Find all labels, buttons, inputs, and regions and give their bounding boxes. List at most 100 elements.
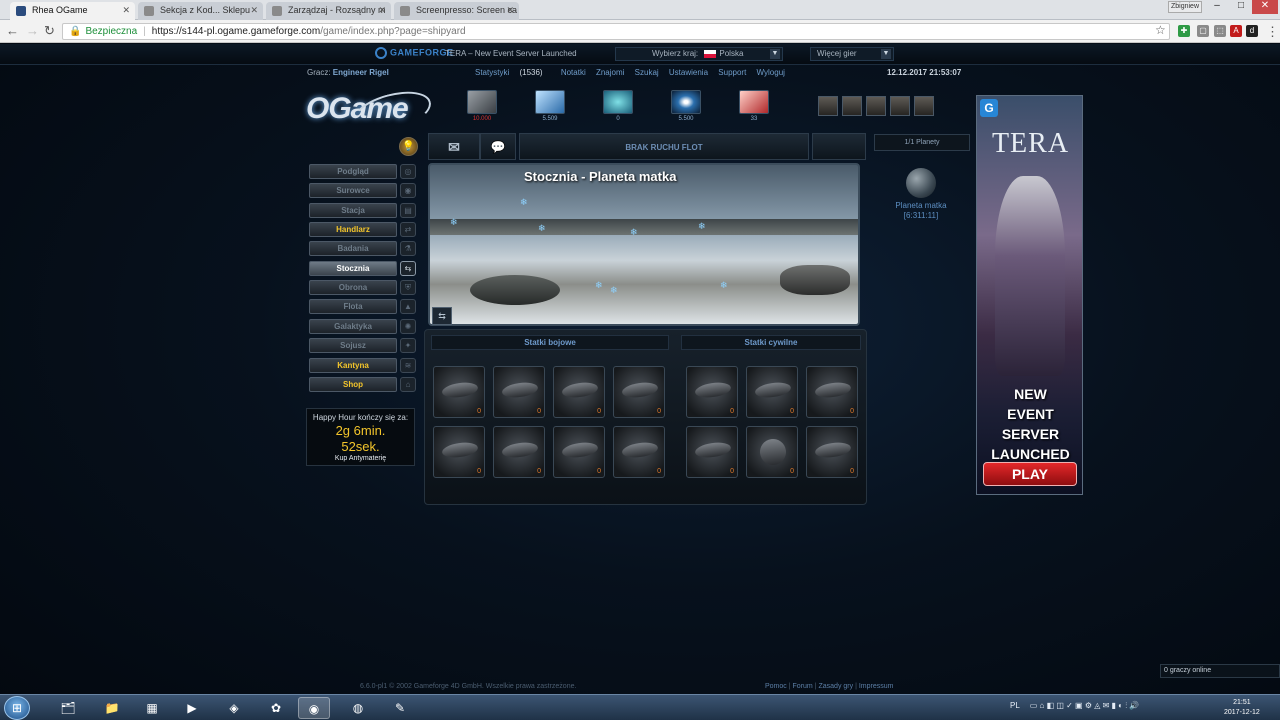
- ship-large-cargo[interactable]: 0: [746, 366, 798, 418]
- menu-item-recruit[interactable]: Kantyna ≋: [307, 358, 419, 374]
- tera-ad-banner[interactable]: G TERA NEW EVENT SERVER LAUNCHED PLAY: [976, 95, 1083, 495]
- menu-item-trader[interactable]: Handlarz ⇄: [307, 222, 419, 238]
- ship-small-cargo[interactable]: 0: [686, 366, 738, 418]
- ship-solar-satellite[interactable]: 0: [806, 426, 858, 478]
- ship-heavy-fighter[interactable]: 0: [493, 366, 545, 418]
- ship-battlecruiser[interactable]: 0: [433, 426, 485, 478]
- station-icon[interactable]: ▤: [400, 203, 416, 218]
- media-player-icon[interactable]: ▶: [176, 697, 208, 719]
- app-icon[interactable]: ✿: [260, 697, 292, 719]
- browser-tab-active[interactable]: Rhea OGame ✕: [10, 2, 135, 20]
- menu-item-fleet[interactable]: Flota ▲: [307, 299, 419, 315]
- extension-icon[interactable]: d: [1246, 25, 1258, 37]
- fleet-movement-bar[interactable]: BRAK RUCHU FLOT: [519, 133, 809, 160]
- resource-metal[interactable]: 10.000: [467, 90, 497, 122]
- ship-bomber[interactable]: 0: [493, 426, 545, 478]
- admiral-icon[interactable]: [842, 96, 862, 116]
- chrome-menu-icon[interactable]: ⋮: [1266, 25, 1279, 39]
- galaxy-icon[interactable]: ✺: [400, 319, 416, 334]
- notes-link[interactable]: Notatki: [561, 68, 586, 77]
- profile-button[interactable]: Zbigniew: [1168, 1, 1202, 13]
- defense-icon[interactable]: ⛨: [400, 280, 416, 295]
- overview-icon[interactable]: ◎: [400, 164, 416, 179]
- ship-deathstar[interactable]: 0: [613, 426, 665, 478]
- browser-tab[interactable]: Sekcja z Kod... Sklepu ✕: [138, 2, 263, 20]
- url-input[interactable]: 🔒 Bezpieczna | https://s144-pl.ogame.gamefo…: [62, 23, 1170, 40]
- menu-item-research[interactable]: Badania ⚗: [307, 241, 419, 257]
- browser-tab[interactable]: Zarządzaj - Rozsądny m ✕: [266, 2, 391, 20]
- close-tab-icon[interactable]: ✕: [506, 5, 514, 16]
- shop-icon[interactable]: ⌂: [400, 377, 416, 392]
- ship-destroyer[interactable]: 0: [553, 426, 605, 478]
- help-link[interactable]: Pomoc: [765, 683, 787, 690]
- ship-battleship[interactable]: 0: [613, 366, 665, 418]
- ogame-logo[interactable]: OGame: [306, 84, 436, 140]
- bookmark-star-icon[interactable]: ☆: [1155, 23, 1166, 37]
- start-button[interactable]: ⊞: [4, 696, 30, 720]
- more-games-select[interactable]: Więcej gier ▼: [810, 47, 894, 61]
- technocrat-icon[interactable]: [914, 96, 934, 116]
- firefox-icon[interactable]: ◍: [342, 697, 374, 719]
- fleet-icon[interactable]: ▲: [400, 299, 416, 314]
- app-icon[interactable]: 🗂: [52, 697, 84, 719]
- forum-link[interactable]: Forum: [793, 683, 813, 690]
- forward-icon[interactable]: →: [26, 24, 39, 38]
- extension-icon[interactable]: ▢: [1197, 25, 1209, 37]
- commander-icon[interactable]: [818, 96, 838, 116]
- app-icon[interactable]: ▦: [136, 697, 168, 719]
- close-tab-icon[interactable]: ✕: [250, 5, 258, 16]
- players-online[interactable]: 0 graczy online: [1160, 664, 1280, 678]
- support-link[interactable]: Support: [718, 68, 746, 77]
- logout-link[interactable]: Wyloguj: [757, 68, 785, 77]
- close-window-icon[interactable]: ✕: [1252, 0, 1278, 14]
- resource-deuterium[interactable]: 0: [603, 90, 633, 122]
- maximize-icon[interactable]: □: [1228, 0, 1254, 14]
- imprint-link[interactable]: Impressum: [859, 683, 894, 690]
- alliance-icon[interactable]: ✦: [400, 338, 416, 353]
- engineer-icon[interactable]: [866, 96, 886, 116]
- search-link[interactable]: Szukaj: [635, 68, 659, 77]
- shipyard-icon[interactable]: ⇆: [400, 261, 416, 276]
- player-name[interactable]: Engineer Rigel: [333, 68, 389, 77]
- ship-cruiser[interactable]: 0: [553, 366, 605, 418]
- app-icon[interactable]: ✎: [384, 697, 416, 719]
- chat-button[interactable]: 💬: [480, 133, 516, 160]
- browser-tab[interactable]: Screenpresso: Screen ca ✕: [394, 2, 519, 20]
- close-tab-icon[interactable]: ✕: [378, 5, 386, 16]
- menu-item-galaxy[interactable]: Galaktyka ✺: [307, 319, 419, 335]
- play-button[interactable]: PLAY: [983, 462, 1077, 486]
- research-icon[interactable]: ⚗: [400, 241, 416, 256]
- pdf-extension-icon[interactable]: A: [1230, 25, 1242, 37]
- resource-crystal[interactable]: 5.509: [535, 90, 565, 122]
- gameforge-logo[interactable]: GAMEFORGE: [375, 47, 454, 59]
- geologist-icon[interactable]: [890, 96, 910, 116]
- chrome-icon[interactable]: ◉: [298, 697, 330, 719]
- reload-icon[interactable]: ↻: [44, 24, 55, 38]
- planet-entry[interactable]: Planeta matka [6:311:11]: [874, 201, 968, 221]
- minimize-icon[interactable]: –: [1204, 0, 1230, 14]
- menu-item-shipyard[interactable]: Stocznia ⇆: [307, 261, 419, 277]
- back-icon[interactable]: ←: [6, 24, 19, 38]
- app-icon[interactable]: ◈: [218, 697, 250, 719]
- ship-espionage-probe[interactable]: 0: [746, 426, 798, 478]
- lightbulb-icon[interactable]: 💡: [399, 137, 418, 156]
- close-tab-icon[interactable]: ✕: [122, 5, 130, 16]
- tray-icons[interactable]: ▭ ⌂ ◧ ◫ ✓ ▣ ⚙ ◬ ✉ ▮ ◐ ⫶ 🔊: [1030, 701, 1140, 710]
- gameforge-news[interactable]: TERA – New Event Server Launched: [445, 49, 577, 58]
- menu-item-defense[interactable]: Obrona ⛨: [307, 280, 419, 296]
- file-explorer-icon[interactable]: 📁: [96, 697, 128, 719]
- recruit-icon[interactable]: ≋: [400, 358, 416, 373]
- resources-icon[interactable]: ◉: [400, 183, 416, 198]
- ship-colony-ship[interactable]: 0: [806, 366, 858, 418]
- buy-antimatter-link[interactable]: Kup Antymaterię: [307, 455, 414, 462]
- menu-item-resources[interactable]: Surowce ◉: [307, 183, 419, 199]
- planet-icon[interactable]: [906, 168, 936, 198]
- ship-recycler[interactable]: 0: [686, 426, 738, 478]
- buddies-link[interactable]: Znajomi: [596, 68, 624, 77]
- resource-energy[interactable]: 5.500: [671, 90, 701, 122]
- messages-button[interactable]: ✉: [428, 133, 480, 160]
- extension-icon[interactable]: ⬚: [1214, 25, 1226, 37]
- menu-item-station[interactable]: Stacja ▤: [307, 203, 419, 219]
- rules-link[interactable]: Zasady gry: [819, 683, 854, 690]
- shipyard-toggle-icon[interactable]: ⇆: [432, 307, 452, 325]
